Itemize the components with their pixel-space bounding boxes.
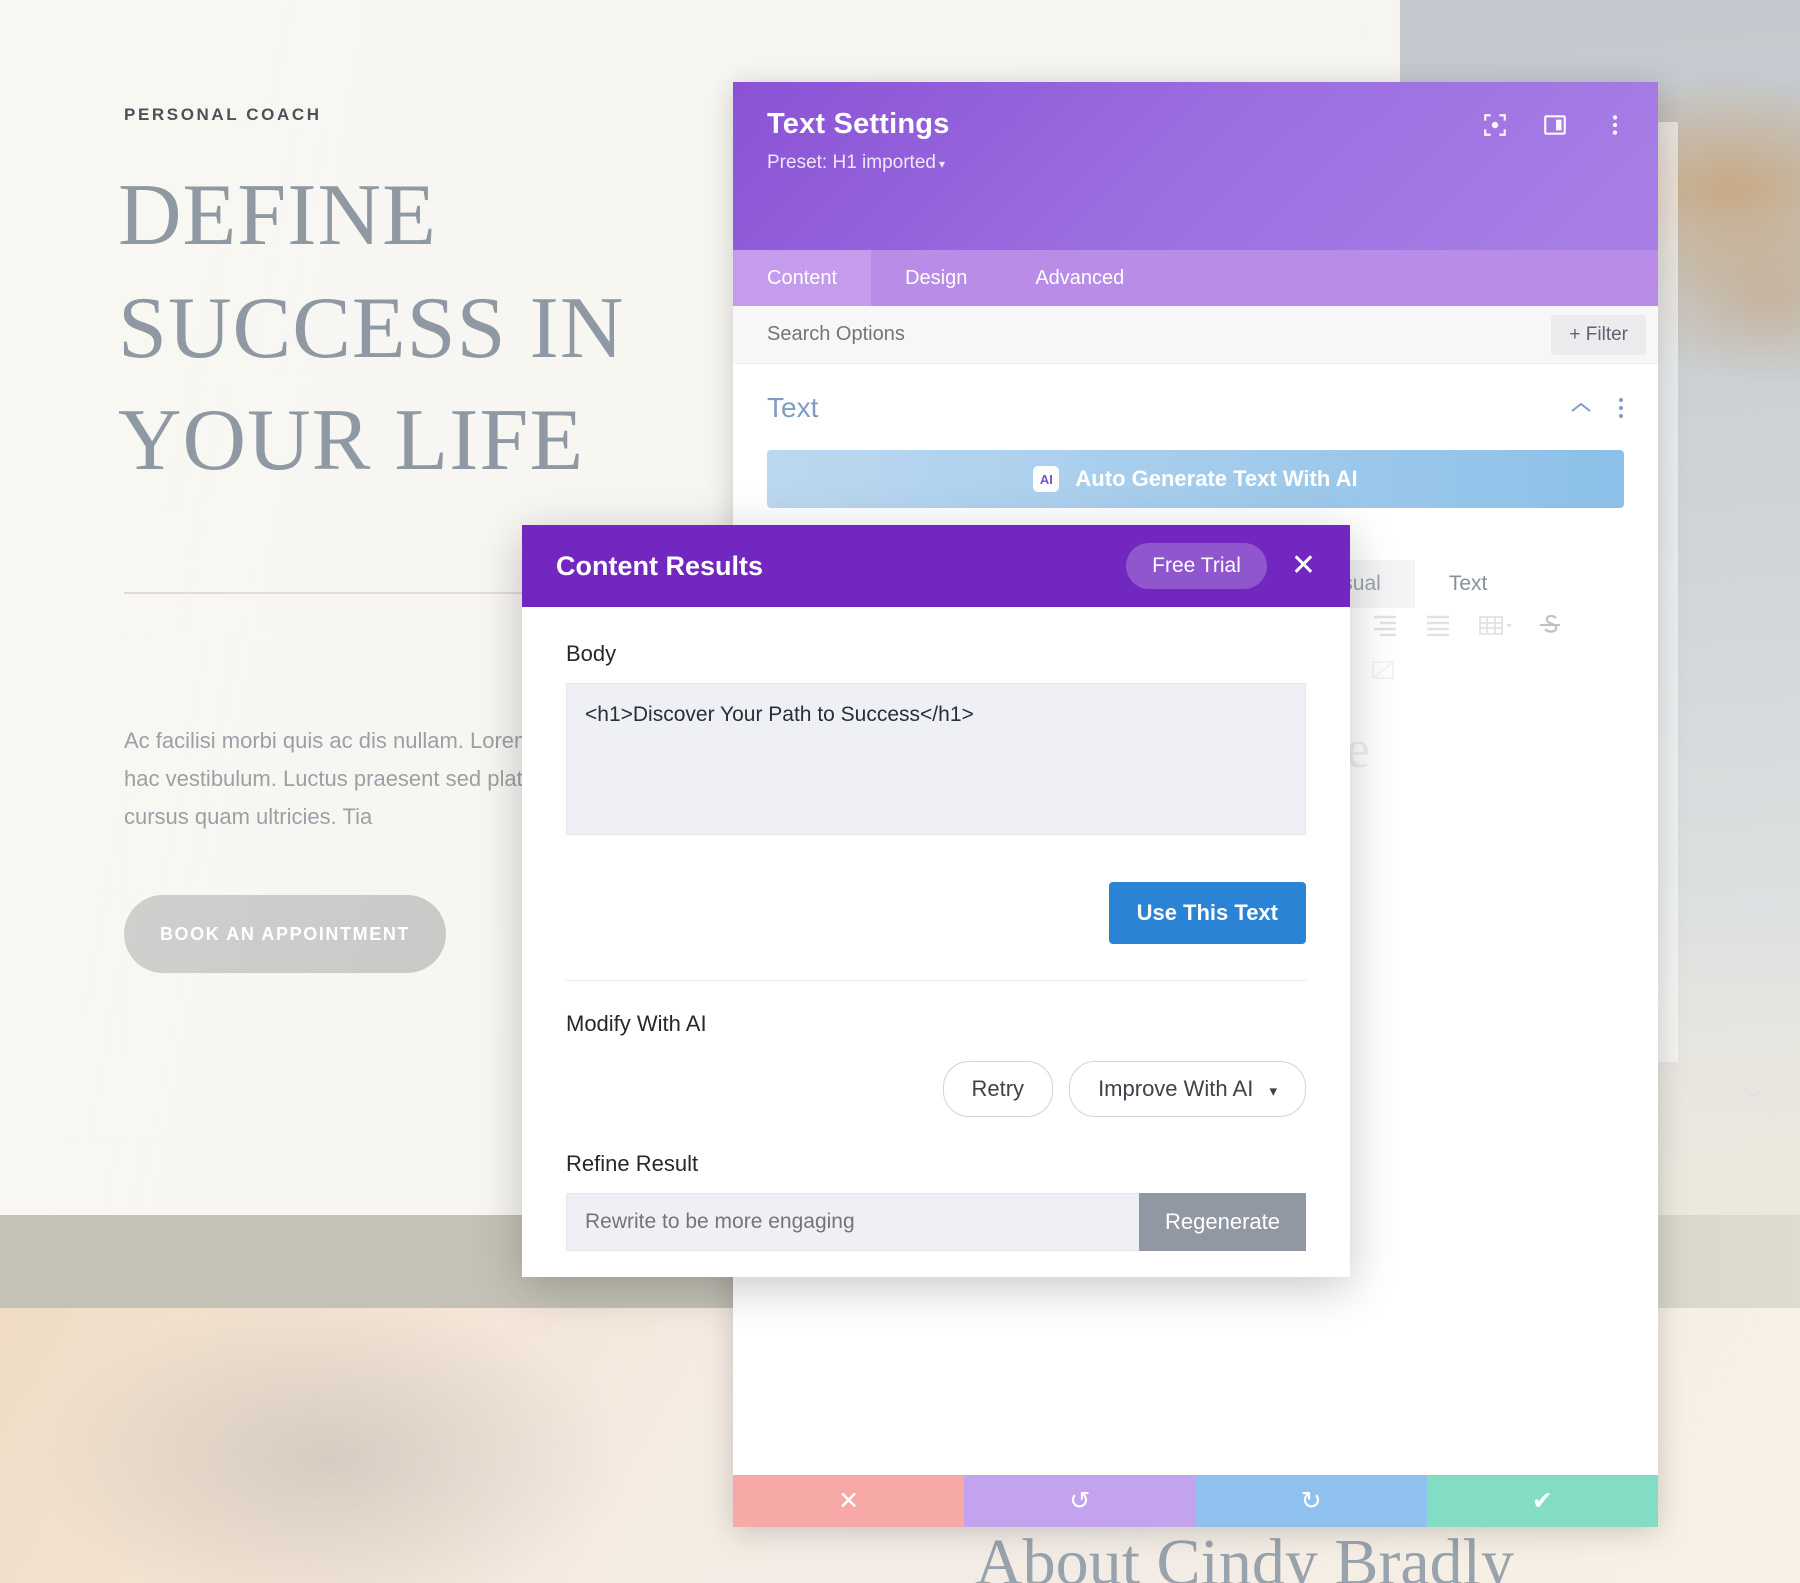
free-trial-badge[interactable]: Free Trial	[1126, 543, 1267, 589]
chevron-down-icon[interactable]	[1742, 995, 1766, 1009]
focus-target-icon[interactable]	[1482, 112, 1508, 138]
auto-generate-text-with-ai-button[interactable]: AI Auto Generate Text With AI	[767, 450, 1624, 508]
panel-action-bar: ✕ ↺ ↻ ✔	[733, 1475, 1658, 1527]
section-controls	[1570, 397, 1624, 419]
modify-actions-row: Retry Improve With AI ▾	[566, 1061, 1306, 1117]
ai-icon: AI	[1033, 466, 1060, 492]
regenerate-button[interactable]: Regenerate	[1139, 1193, 1306, 1251]
save-button[interactable]: ✔	[1426, 1475, 1658, 1527]
collapsed-section-1[interactable]	[1742, 905, 1766, 919]
improve-with-ai-button[interactable]: Improve With AI ▾	[1069, 1061, 1306, 1117]
hero-eyebrow: PERSONAL COACH	[124, 105, 322, 124]
screenshot-root: PERSONAL COACH DEFINE SUCCESS IN YOUR LI…	[0, 0, 1800, 1583]
hero-paragraph: Ac facilisi morbi quis ac dis nullam. Lo…	[124, 728, 548, 829]
chevron-down-icon[interactable]	[1742, 1085, 1766, 1099]
close-icon[interactable]: ✕	[1291, 551, 1316, 581]
modify-with-ai-label: Modify With AI	[566, 1011, 707, 1036]
refine-result-label: Refine Result	[566, 1151, 699, 1176]
content-results-modal: Content Results Free Trial ✕ Body Use Th…	[522, 525, 1350, 1277]
hero-headline: DEFINE SUCCESS IN YOUR LIFE	[118, 167, 625, 490]
layout-panel-icon[interactable]	[1542, 112, 1568, 138]
panel-tabs: Content Design Advanced	[733, 250, 1658, 306]
redo-button[interactable]: ↻	[1195, 1475, 1427, 1527]
chevron-down-icon: ▾	[1269, 1083, 1277, 1100]
retry-button[interactable]: Retry	[942, 1061, 1054, 1117]
settings-panel-header: Text Settings Preset: H1 imported ▾	[733, 82, 1658, 250]
about-heading: About Cindy Bradly	[975, 1526, 1514, 1583]
table-icon[interactable]	[1478, 614, 1512, 636]
cancel-button[interactable]: ✕	[733, 1475, 965, 1527]
use-this-text-button[interactable]: Use This Text	[1108, 882, 1306, 944]
no-preview-icon[interactable]	[1370, 658, 1398, 684]
modal-title: Content Results	[556, 550, 764, 581]
ai-button-label: Auto Generate Text With AI	[1075, 466, 1358, 491]
tab-content[interactable]: Content	[733, 250, 872, 306]
tab-design[interactable]: Design	[871, 250, 1001, 306]
text-section-header: Text	[733, 364, 1658, 438]
more-options-icon[interactable]	[1602, 112, 1628, 138]
section-title-text: Text	[767, 392, 819, 423]
modal-body: Body Use This Text Modify With AI Retry …	[522, 607, 1350, 1251]
panel-header-icons	[1482, 112, 1628, 138]
use-text-row: Use This Text	[566, 882, 1306, 944]
undo-button[interactable]: ↺	[964, 1475, 1196, 1527]
refine-input[interactable]	[566, 1193, 1140, 1251]
refine-row: Regenerate	[566, 1193, 1306, 1251]
justify-icon[interactable]	[1424, 614, 1452, 636]
chevron-down-icon[interactable]	[1742, 905, 1766, 919]
editor-tab-text[interactable]: Text	[1414, 560, 1522, 608]
chevron-up-icon[interactable]	[1570, 401, 1592, 415]
modal-header-actions: Free Trial ✕	[1126, 543, 1316, 589]
preset-selector[interactable]: Preset: H1 imported ▾	[767, 152, 1624, 174]
align-right-icon[interactable]	[1370, 614, 1398, 636]
improve-with-ai-label: Improve With AI	[1098, 1076, 1254, 1101]
more-options-icon[interactable]	[1618, 397, 1624, 419]
modal-header: Content Results Free Trial ✕	[522, 525, 1350, 607]
search-options-bar: + Filter	[733, 306, 1658, 364]
strikethrough-icon[interactable]	[1538, 612, 1562, 638]
filter-button[interactable]: + Filter	[1551, 314, 1646, 355]
generated-body-textarea[interactable]	[566, 683, 1306, 835]
chevron-down-icon: ▾	[938, 157, 945, 171]
tab-advanced[interactable]: Advanced	[1001, 250, 1158, 306]
search-options-input[interactable]	[767, 323, 1367, 346]
book-appointment-button[interactable]: BOOK AN APPOINTMENT	[124, 895, 446, 973]
collapsed-section-3[interactable]	[1742, 1085, 1766, 1099]
preset-label: Preset: H1 imported	[767, 152, 936, 173]
editor-toolbar	[1370, 612, 1562, 638]
modal-divider	[566, 980, 1306, 981]
modal-body-label: Body	[566, 641, 617, 666]
collapsed-section-2[interactable]	[1742, 995, 1766, 1009]
